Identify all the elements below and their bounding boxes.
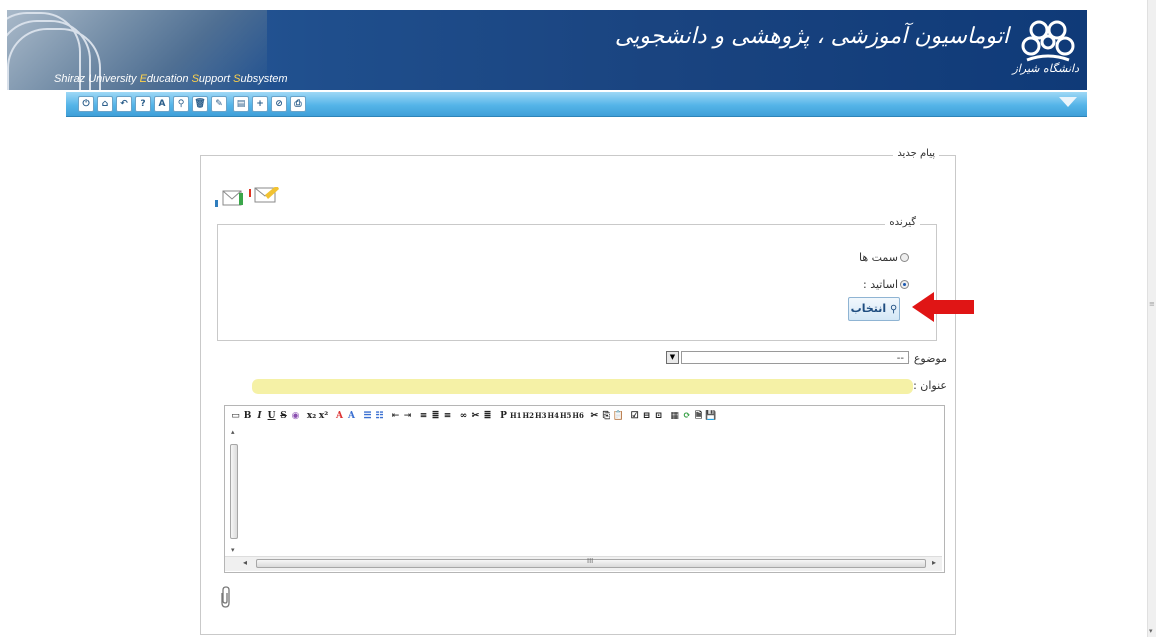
color-icon[interactable]: ◉ bbox=[290, 409, 301, 423]
university-logo bbox=[1021, 20, 1075, 62]
rich-text-editor: ▭ B I U S ◉ x₂ x² A A ☰ ☷ ⇤ ⇥ ≡ ≣ ≡ ∞ ✂ … bbox=[224, 405, 945, 573]
edit-icon[interactable]: ✎ bbox=[211, 96, 227, 112]
home-icon[interactable]: ⌂ bbox=[97, 96, 113, 112]
editor-hscroll[interactable]: ◂ III ▸ bbox=[225, 556, 942, 571]
scroll-grip-icon: ≡ bbox=[1149, 300, 1155, 308]
print-icon[interactable]: ⎙ bbox=[290, 96, 306, 112]
ordered-list-icon[interactable]: ☰ bbox=[362, 409, 373, 423]
recipient-legend: گیرنده bbox=[885, 217, 920, 228]
editor-vscroll-thumb[interactable] bbox=[230, 444, 238, 539]
strike-icon[interactable]: S bbox=[278, 409, 289, 423]
h2-icon[interactable]: H2 bbox=[522, 409, 533, 423]
radio-professors-input[interactable] bbox=[900, 280, 909, 289]
source-icon[interactable]: ▭ bbox=[230, 409, 241, 423]
table-icon[interactable]: ▦ bbox=[669, 409, 680, 423]
bg-color-icon[interactable]: A bbox=[346, 409, 357, 423]
scroll-right-icon[interactable]: ▸ bbox=[932, 558, 936, 567]
collapse-chevron-icon[interactable] bbox=[1059, 97, 1077, 107]
title-input[interactable] bbox=[252, 379, 913, 394]
radio-professors[interactable]: اساتید : bbox=[863, 278, 909, 291]
align-left-icon[interactable]: ≡ bbox=[418, 409, 429, 423]
title-label: عنوان : bbox=[913, 379, 947, 392]
checkbox-icon[interactable]: ☑ bbox=[629, 409, 640, 423]
radio-professors-label: اساتید : bbox=[863, 278, 898, 291]
h5-icon[interactable]: H5 bbox=[560, 409, 571, 423]
editor-text-area[interactable] bbox=[226, 427, 941, 554]
editor-vscroll[interactable]: ▴ ▾ bbox=[229, 426, 239, 556]
copy-icon[interactable]: ⎘ bbox=[601, 409, 612, 423]
select-button-label: انتخاب bbox=[850, 302, 887, 315]
add-icon[interactable]: + bbox=[252, 96, 268, 112]
paragraph-icon[interactable]: P bbox=[498, 409, 509, 423]
hr-icon[interactable]: ≣ bbox=[482, 409, 493, 423]
unlink-icon[interactable]: ✂ bbox=[470, 409, 481, 423]
editor-hscroll-thumb[interactable]: III bbox=[256, 557, 926, 568]
h4-icon[interactable]: H4 bbox=[547, 409, 558, 423]
textfield-icon[interactable]: ⊟ bbox=[641, 409, 652, 423]
back-icon[interactable]: ↶ bbox=[116, 96, 132, 112]
scroll-up-icon[interactable]: ▴ bbox=[231, 428, 235, 436]
attachment-icon[interactable] bbox=[218, 585, 232, 609]
message-action-icons bbox=[215, 187, 279, 207]
font-icon[interactable]: A bbox=[154, 96, 170, 112]
scroll-down-icon[interactable]: ▾ bbox=[1149, 627, 1153, 635]
send-message-icon[interactable] bbox=[215, 190, 243, 207]
logo-caption: دانشگاه شیراز bbox=[1012, 62, 1080, 75]
align-right-icon[interactable]: ≡ bbox=[442, 409, 453, 423]
search-icon[interactable]: ⚲ bbox=[173, 96, 189, 112]
radio-positions-input[interactable] bbox=[900, 253, 909, 262]
indent-icon[interactable]: ⇥ bbox=[402, 409, 413, 423]
outdent-icon[interactable]: ⇤ bbox=[390, 409, 401, 423]
italic-icon[interactable]: I bbox=[254, 409, 265, 423]
main-toolbar: ⏻ ⌂ ↶ ? A ⚲ 🗑 ✎ ▤ + ⊘ ⎙ bbox=[66, 92, 1087, 117]
subscript-icon[interactable]: x₂ bbox=[306, 409, 317, 423]
new-message-legend: پیام جدید bbox=[893, 148, 939, 159]
system-subtitle: Shiraz University Education Support Subs… bbox=[54, 73, 288, 85]
paste-icon[interactable]: 📋 bbox=[613, 409, 624, 423]
power-icon[interactable]: ⏻ bbox=[78, 96, 94, 112]
select-button[interactable]: ⚲ انتخاب bbox=[848, 297, 900, 321]
help-icon[interactable]: ? bbox=[135, 96, 151, 112]
h3-icon[interactable]: H3 bbox=[535, 409, 546, 423]
refresh-icon[interactable]: ⟳ bbox=[681, 409, 692, 423]
align-center-icon[interactable]: ≣ bbox=[430, 409, 441, 423]
hscroll-grip: III bbox=[587, 557, 594, 565]
radio-positions[interactable]: سمت ها bbox=[859, 251, 909, 264]
search-icon: ⚲ bbox=[890, 304, 898, 315]
unordered-list-icon[interactable]: ☷ bbox=[374, 409, 385, 423]
site-header: Shiraz University Education Support Subs… bbox=[7, 10, 1087, 90]
delete-icon[interactable]: 🗑 bbox=[192, 96, 208, 112]
page-scrollbar[interactable]: ≡ ▾ bbox=[1147, 0, 1156, 637]
link-icon[interactable]: ∞ bbox=[458, 409, 469, 423]
new-message-icon[interactable] bbox=[249, 187, 279, 203]
subject-select[interactable]: -- bbox=[681, 351, 909, 364]
save-icon[interactable]: 💾 bbox=[705, 409, 716, 423]
radio-positions-label: سمت ها bbox=[858, 251, 898, 264]
h6-icon[interactable]: H6 bbox=[572, 409, 583, 423]
bold-icon[interactable]: B bbox=[242, 409, 253, 423]
form-icon[interactable]: ⊡ bbox=[653, 409, 664, 423]
system-title-fa: اتوماسیون آموزشی ، پژوهشی و دانشجویی bbox=[614, 24, 1009, 49]
save-icon[interactable]: ▤ bbox=[233, 96, 249, 112]
red-arrow-annotation bbox=[912, 292, 974, 322]
cut-icon[interactable]: ✂ bbox=[589, 409, 600, 423]
chevron-down-icon[interactable]: ▼ bbox=[666, 351, 679, 364]
cancel-icon[interactable]: ⊘ bbox=[271, 96, 287, 112]
editor-toolbar: ▭ B I U S ◉ x₂ x² A A ☰ ☷ ⇤ ⇥ ≡ ≣ ≡ ∞ ✂ … bbox=[225, 406, 944, 426]
subject-label: موضوع : bbox=[906, 352, 947, 365]
document-icon[interactable]: 🗎 bbox=[693, 409, 704, 423]
recipient-panel: گیرنده bbox=[217, 217, 937, 341]
underline-icon[interactable]: U bbox=[266, 409, 277, 423]
h1-icon[interactable]: H1 bbox=[510, 409, 521, 423]
scroll-left-icon[interactable]: ◂ bbox=[243, 558, 247, 567]
superscript-icon[interactable]: x² bbox=[318, 409, 329, 423]
scroll-down-icon[interactable]: ▾ bbox=[231, 546, 235, 554]
text-color-icon[interactable]: A bbox=[334, 409, 345, 423]
